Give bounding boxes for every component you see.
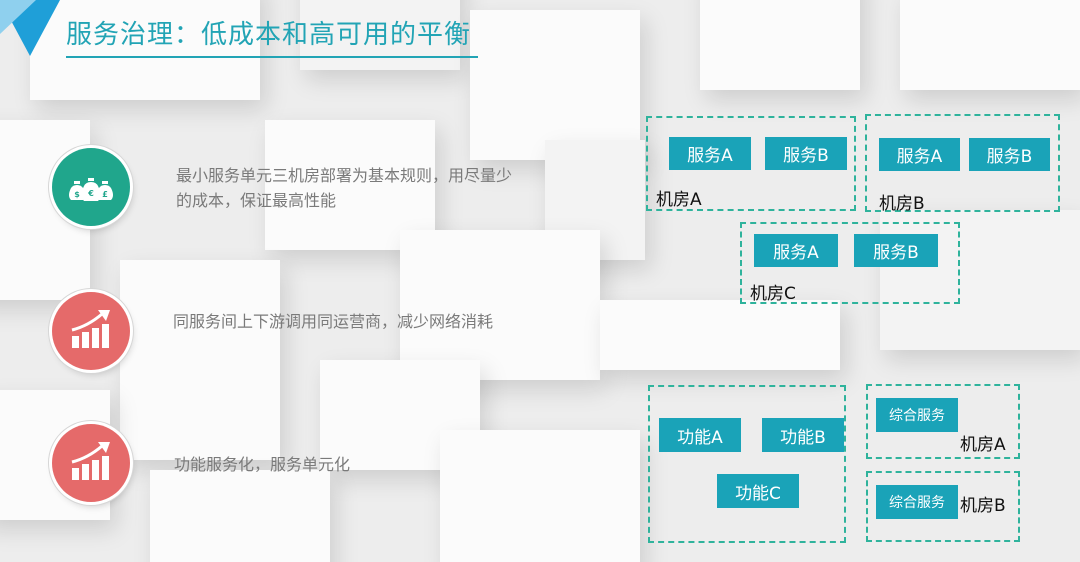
integrated-service-box: 综合服务 bbox=[876, 485, 958, 519]
growth-chart-icon bbox=[52, 292, 130, 370]
point-text-3: 功能服务化，服务单元化 bbox=[174, 455, 351, 474]
svg-text:€: € bbox=[87, 189, 94, 198]
growth-chart-icon bbox=[52, 424, 130, 502]
service-b-box: 服务B bbox=[765, 137, 847, 170]
svg-text:£: £ bbox=[102, 190, 108, 199]
room-label: 机房B bbox=[960, 496, 1006, 516]
functions-group bbox=[648, 385, 846, 543]
service-a-box: 服务A bbox=[669, 137, 751, 170]
room-label: 机房B bbox=[879, 194, 925, 214]
money-bags-icon: $ € £ bbox=[52, 148, 130, 226]
room-label: 机房A bbox=[656, 190, 702, 210]
service-b-box: 服务B bbox=[854, 234, 938, 267]
function-c-box: 功能C bbox=[717, 474, 799, 508]
page-title: 服务治理：低成本和高可用的平衡 bbox=[66, 20, 472, 50]
service-a-box: 服务A bbox=[754, 234, 838, 267]
point-text-1: 最小服务单元三机房部署为基本规则，用尽量少的成本，保证最高性能 bbox=[176, 166, 513, 210]
point-text-2: 同服务间上下游调用同运营商，减少网络消耗 bbox=[173, 312, 494, 331]
corner-triangle-icon bbox=[0, 0, 60, 56]
room-label: 机房A bbox=[960, 435, 1006, 455]
function-b-box: 功能B bbox=[762, 418, 844, 452]
function-a-box: 功能A bbox=[659, 418, 741, 452]
integrated-service-box: 综合服务 bbox=[876, 398, 958, 432]
title-underline bbox=[66, 56, 478, 58]
service-a-box: 服务A bbox=[879, 138, 960, 171]
room-label: 机房C bbox=[750, 284, 796, 304]
service-b-box: 服务B bbox=[969, 138, 1050, 171]
svg-text:$: $ bbox=[74, 190, 80, 199]
